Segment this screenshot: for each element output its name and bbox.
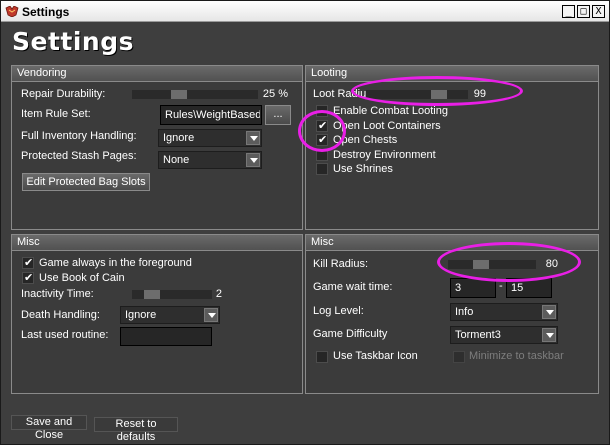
looting-header: Looting xyxy=(306,66,598,82)
item-rule-set-field[interactable]: Rules\WeightBasedRules xyxy=(160,105,262,125)
death-handling-label: Death Handling: xyxy=(21,309,100,321)
book-of-cain-checkbox[interactable] xyxy=(22,271,34,284)
protected-stash-label: Protected Stash Pages: xyxy=(21,150,137,162)
minimize-button[interactable]: _ xyxy=(562,5,575,18)
death-handling-value: Ignore xyxy=(125,309,157,321)
slider-thumb[interactable] xyxy=(473,260,489,269)
use-shrines-label: Use Shrines xyxy=(333,163,393,175)
death-handling-select[interactable]: Ignore xyxy=(120,306,220,324)
window-title: Settings xyxy=(22,5,70,19)
enable-combat-looting-checkbox[interactable] xyxy=(316,105,328,117)
wait-min-value: 3 xyxy=(455,282,462,294)
repair-durability-label: Repair Durability: xyxy=(21,88,106,100)
minimize-to-taskbar-label: Minimize to taskbar xyxy=(469,350,564,362)
chevron-down-icon[interactable] xyxy=(246,153,260,167)
game-wait-time-label: Game wait time: xyxy=(313,281,393,293)
repair-durability-slider[interactable] xyxy=(132,90,258,99)
book-of-cain-label: Use Book of Cain xyxy=(39,272,125,284)
loot-radius-value: 99 xyxy=(473,88,486,100)
inactivity-time-slider[interactable] xyxy=(132,290,212,299)
repair-durability-value: 25 % xyxy=(262,88,288,100)
wait-separator: - xyxy=(499,280,503,292)
settings-window: Settings _ □ X Settings Vendoring Repair… xyxy=(0,0,610,445)
chevron-down-icon[interactable] xyxy=(246,131,260,145)
item-rule-set-value: Rules\WeightBasedRules xyxy=(165,109,260,121)
edit-protected-bag-slots-button[interactable]: Edit Protected Bag Slots xyxy=(22,173,150,191)
use-taskbar-icon-label: Use Taskbar Icon xyxy=(333,350,418,362)
destroy-environment-checkbox[interactable] xyxy=(316,149,328,161)
loot-radius-slider[interactable] xyxy=(366,90,468,99)
enable-combat-looting-label: Enable Combat Looting xyxy=(333,105,448,117)
foreground-label: Game always in the foreground xyxy=(39,257,192,269)
chevron-down-icon[interactable] xyxy=(204,308,218,322)
open-loot-containers-checkbox[interactable] xyxy=(316,119,328,132)
destroy-environment-label: Destroy Environment xyxy=(333,149,436,161)
wait-min-field[interactable]: 3 xyxy=(450,278,496,298)
use-taskbar-icon-checkbox[interactable] xyxy=(316,351,328,363)
reset-to-defaults-button[interactable]: Reset to defaults xyxy=(94,417,178,443)
chevron-down-icon[interactable] xyxy=(542,328,556,342)
minimize-to-taskbar-checkbox[interactable] xyxy=(453,351,465,363)
misc-right-header: Misc xyxy=(306,235,598,251)
log-level-value: Info xyxy=(455,306,474,318)
chevron-down-icon[interactable] xyxy=(542,305,556,319)
vendoring-header: Vendoring xyxy=(12,66,302,82)
app-icon xyxy=(5,6,19,17)
slider-thumb[interactable] xyxy=(144,290,160,299)
wait-max-value: 15 xyxy=(511,282,524,294)
close-button[interactable]: X xyxy=(592,5,605,18)
kill-radius-slider[interactable] xyxy=(448,260,536,269)
page-title: Settings xyxy=(12,27,135,56)
kill-radius-label: Kill Radius: xyxy=(313,258,369,270)
full-inventory-value: Ignore xyxy=(163,132,195,144)
browse-rules-button[interactable]: ... xyxy=(265,105,291,125)
game-difficulty-label: Game Difficulty xyxy=(313,328,388,340)
foreground-checkbox[interactable] xyxy=(22,256,34,269)
save-and-close-button[interactable]: Save and Close xyxy=(11,415,87,441)
kill-radius-value: 80 xyxy=(545,258,558,270)
inactivity-time-value: 2 xyxy=(215,288,222,300)
full-inventory-label: Full Inventory Handling: xyxy=(21,130,137,142)
log-level-label: Log Level: xyxy=(313,305,364,317)
inactivity-time-label: Inactivity Time: xyxy=(21,288,94,300)
game-difficulty-select[interactable]: Torment3 xyxy=(450,326,558,344)
misc-left-header: Misc xyxy=(12,235,302,251)
misc-left-panel: Misc Game always in the foreground Use B… xyxy=(11,234,303,394)
open-chests-checkbox[interactable] xyxy=(316,133,328,146)
vendoring-panel: Vendoring Repair Durability: 25 % Item R… xyxy=(11,65,303,230)
maximize-button[interactable]: □ xyxy=(577,5,590,18)
looting-panel: Looting Loot Radius: 99 Enable Combat Lo… xyxy=(305,65,599,230)
title-bar[interactable]: Settings _ □ X xyxy=(1,1,609,22)
game-difficulty-value: Torment3 xyxy=(455,329,501,341)
protected-stash-select[interactable]: None xyxy=(158,151,262,169)
item-rule-set-label: Item Rule Set: xyxy=(21,108,91,120)
last-used-routine-label: Last used routine: xyxy=(21,329,109,341)
misc-right-panel: Misc Kill Radius: 80 Game wait time: 3 -… xyxy=(305,234,599,394)
log-level-select[interactable]: Info xyxy=(450,303,558,321)
use-shrines-checkbox[interactable] xyxy=(316,163,328,175)
wait-max-field[interactable]: 15 xyxy=(506,278,552,298)
last-used-routine-field[interactable] xyxy=(120,327,212,346)
open-loot-containers-label: Open Loot Containers xyxy=(333,120,441,132)
open-chests-label: Open Chests xyxy=(333,134,398,146)
protected-stash-value: None xyxy=(163,154,190,166)
full-inventory-select[interactable]: Ignore xyxy=(158,129,262,147)
slider-thumb[interactable] xyxy=(171,90,187,99)
slider-thumb[interactable] xyxy=(431,90,447,99)
